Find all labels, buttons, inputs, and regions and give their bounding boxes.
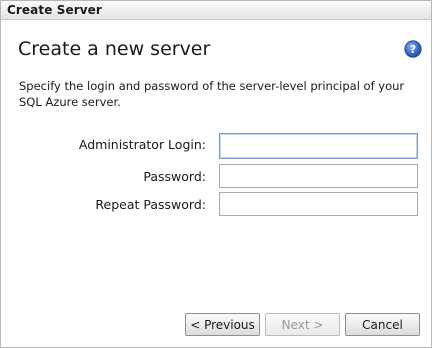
- password-input[interactable]: [219, 164, 418, 188]
- titlebar: Create Server: [1, 1, 431, 20]
- svg-text:?: ?: [410, 43, 416, 56]
- next-button[interactable]: Next >: [265, 313, 340, 336]
- cancel-button[interactable]: Cancel: [345, 313, 420, 336]
- password-label: Password:: [143, 169, 206, 184]
- repeat-password-label: Repeat Password:: [95, 197, 206, 212]
- help-question-icon[interactable]: ?: [404, 40, 422, 58]
- admin-login-input[interactable]: [219, 133, 418, 159]
- instructions-text: Specify the login and password of the se…: [19, 79, 405, 109]
- create-server-dialog: Create Server Create a new server ? Spec…: [0, 0, 432, 348]
- page-title: Create a new server: [18, 38, 211, 60]
- repeat-password-input[interactable]: [219, 192, 418, 216]
- window-title: Create Server: [7, 3, 102, 17]
- previous-button[interactable]: < Previous: [185, 313, 260, 336]
- admin-login-label: Administrator Login:: [78, 137, 206, 152]
